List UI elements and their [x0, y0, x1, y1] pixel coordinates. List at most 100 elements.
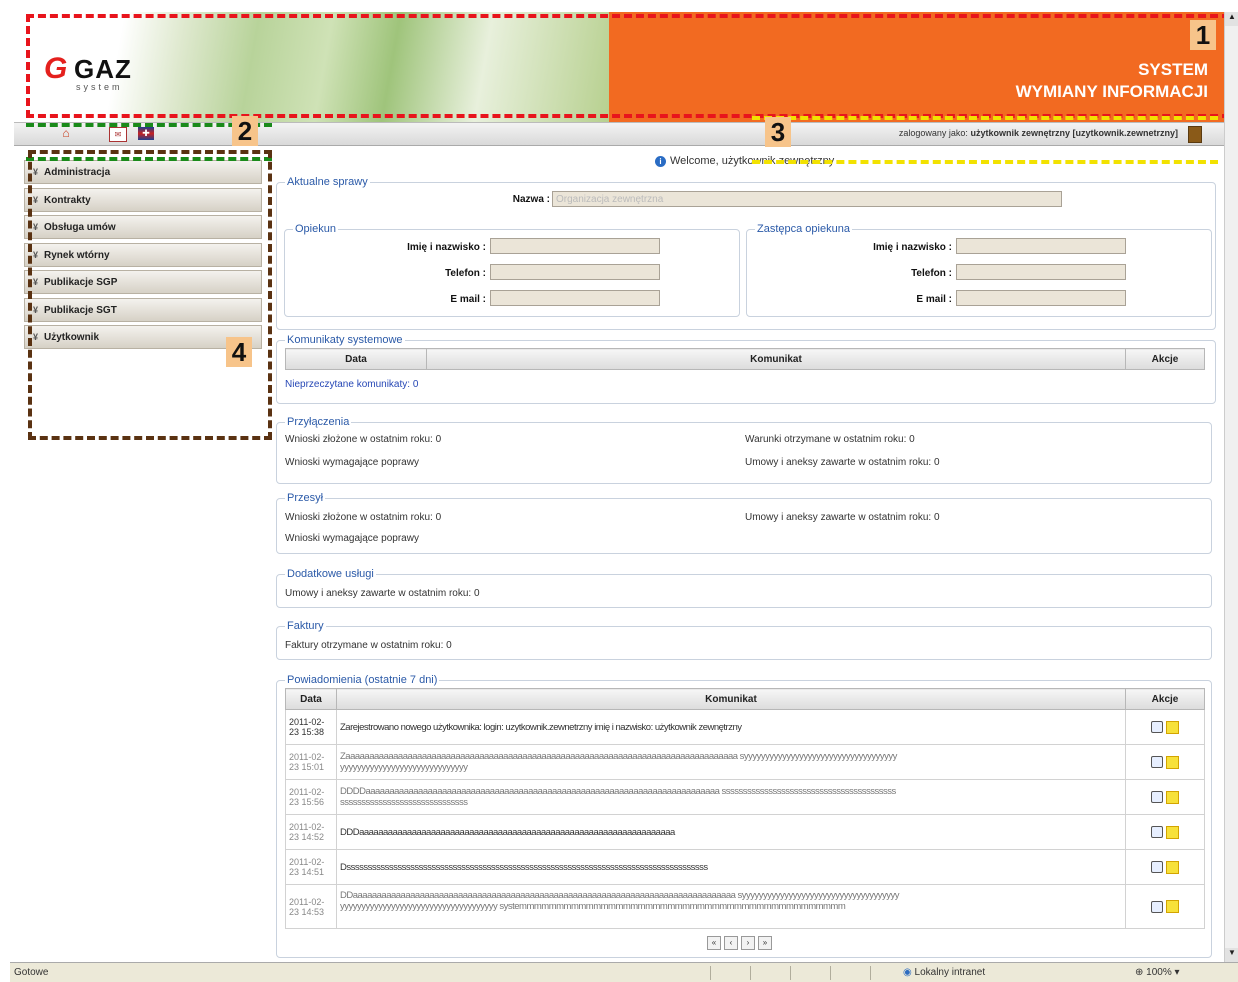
sidebar-item-label: Publikacje SGP	[44, 277, 118, 288]
caretaker-email-field[interactable]	[490, 290, 660, 306]
chevron-down-icon: ¥	[33, 304, 39, 315]
notifications-table: Data Komunikat Akcje 2011-02-23 15:38 Za…	[285, 688, 1205, 929]
scroll-up-arrow-icon[interactable]: ▲	[1225, 12, 1238, 26]
view-details-icon[interactable]	[1151, 861, 1163, 873]
status-divider	[750, 966, 751, 980]
annotation-number-1: 1	[1190, 20, 1216, 50]
status-divider	[870, 966, 871, 980]
system-title-line2: WYMIANY INFORMACJI	[1015, 82, 1208, 101]
sidebar-item-label: Administracja	[44, 167, 111, 178]
section-legend: Powiadomienia (ostatnie 7 dni)	[287, 674, 438, 686]
note-icon[interactable]	[1166, 755, 1179, 769]
logged-in-user: zalogowany jako: użytkownik zewnętrzny […	[899, 128, 1178, 138]
deputy-name-label: Imię i nazwisko :	[873, 242, 952, 253]
section-legend: Aktualne sprawy	[287, 176, 368, 188]
notification-message: Zaaaaaaaaaaaaaaaaaaaaaaaaaaaaaaaaaaaaaaa…	[340, 751, 897, 773]
zoom-level-text: 100%	[1146, 967, 1172, 978]
welcome-message: i Welcome, użytkownik zewnętrzny	[655, 155, 834, 167]
user-name: użytkownik zewnętrzny [uzytkownik.zewnet…	[970, 128, 1178, 138]
intranet-globe-icon: ◉	[903, 967, 915, 978]
section-legend: Zastępca opiekuna	[757, 223, 850, 235]
sidebar-item-obsluga-umow[interactable]: ¥ Obsługa umów	[24, 215, 262, 239]
deputy-phone-field[interactable]	[956, 264, 1126, 280]
invoices-received-text: Faktury otrzymane w ostatnim roku: 0	[285, 640, 452, 651]
unread-messages-link[interactable]: Nieprzeczytane komunikaty: 0	[285, 379, 418, 390]
last-page-button[interactable]: »	[758, 936, 772, 950]
info-icon: i	[655, 156, 666, 167]
zoom-magnifier-icon: ⊕	[1135, 967, 1147, 978]
status-divider	[790, 966, 791, 980]
notification-date: 2011-02-23 15:38	[285, 709, 337, 745]
note-icon[interactable]	[1166, 860, 1179, 874]
welcome-text: Welcome, użytkownik zewnętrzny	[670, 155, 835, 167]
logout-door-icon[interactable]	[1188, 126, 1202, 143]
view-details-icon[interactable]	[1151, 721, 1163, 733]
header-banner-image: G GAZ system	[14, 12, 609, 122]
sidebar-item-label: Kontrakty	[44, 194, 91, 206]
note-icon[interactable]	[1166, 720, 1179, 734]
deputy-name-field[interactable]	[956, 238, 1126, 254]
chevron-down-icon: ¥	[33, 222, 39, 232]
section-legend: Faktury	[287, 620, 324, 632]
column-header-actions: Akcje	[1125, 688, 1205, 710]
caretaker-phone-field[interactable]	[490, 264, 660, 280]
table-row: 2011-02-23 14:51 Dssssssssssssssssssssss…	[285, 849, 1205, 885]
view-details-icon[interactable]	[1151, 756, 1163, 768]
next-page-button[interactable]: ›	[741, 936, 755, 950]
deputy-email-field[interactable]	[956, 290, 1126, 306]
system-title-line1: SYSTEM	[1138, 60, 1208, 79]
logo-text: GAZ	[74, 54, 132, 84]
table-row: 2011-02-23 14:52 DDDaaaaaaaaaaaaaaaaaaaa…	[285, 814, 1205, 850]
sidebar-item-publikacje-sgt[interactable]: ¥ Publikacje SGT	[24, 297, 262, 322]
column-header-date[interactable]: Data	[285, 688, 337, 710]
top-toolbar: ⌂ ✉ ✚ zalogowany jako: użytkownik zewnęt…	[14, 122, 1224, 146]
sidebar-item-administracja[interactable]: ¥ Administracja	[24, 160, 262, 184]
sidebar-item-label: Obsługa umów	[44, 222, 116, 233]
english-flag-icon[interactable]: ✚	[138, 127, 154, 140]
chevron-down-icon: ¥	[33, 249, 39, 260]
table-row: 2011-02-23 14:53 DDaaaaaaaaaaaaaaaaaaaaa…	[285, 884, 1205, 929]
sidebar-item-rynek-wtorny[interactable]: ¥ Rynek wtórny	[24, 242, 262, 267]
security-zone-text: Lokalny intranet	[914, 967, 986, 978]
notification-message: DDDDaaaaaaaaaaaaaaaaaaaaaaaaaaaaaaaaaaaa…	[340, 786, 896, 808]
previous-page-button[interactable]: ‹	[724, 936, 738, 950]
caretaker-name-label: Imię i nazwisko :	[407, 242, 486, 253]
page-header: G GAZ system SYSTEM WYMIANY INFORMACJI	[14, 12, 1224, 122]
caretaker-name-field[interactable]	[490, 238, 660, 254]
section-legend: Komunikaty systemowe	[287, 334, 403, 346]
mail-icon[interactable]: ✉	[109, 127, 127, 142]
section-legend: Dodatkowe usługi	[287, 568, 374, 580]
view-details-icon[interactable]	[1151, 826, 1163, 838]
note-icon[interactable]	[1166, 900, 1179, 913]
notification-message: DDDaaaaaaaaaaaaaaaaaaaaaaaaaaaaaaaaaaaaa…	[336, 814, 1126, 850]
notification-date: 2011-02-23 15:56	[285, 779, 337, 815]
sidebar-item-kontrakty[interactable]: ¥ Kontrakty	[24, 187, 262, 212]
vertical-scrollbar[interactable]: ▲ ▼	[1224, 12, 1238, 962]
view-details-icon[interactable]	[1151, 791, 1163, 803]
deputy-email-label: E mail :	[916, 294, 952, 305]
notification-date: 2011-02-23 14:51	[285, 849, 337, 885]
caretaker-email-label: E mail :	[450, 294, 486, 305]
column-header-message[interactable]: Komunikat	[336, 688, 1126, 710]
home-icon[interactable]: ⌂	[58, 127, 74, 140]
note-icon[interactable]	[1166, 825, 1179, 839]
organization-name-field[interactable]: Organizacja zewnętrzna	[552, 191, 1062, 207]
sidebar-item-label: Rynek wtórny	[44, 249, 110, 261]
deputy-phone-label: Telefon :	[911, 268, 952, 279]
connections-corrections-text: Wnioski wymagające poprawy	[285, 457, 419, 468]
header-title-panel: SYSTEM WYMIANY INFORMACJI	[609, 12, 1224, 122]
sidebar-item-publikacje-sgp[interactable]: ¥ Publikacje SGP	[24, 270, 262, 294]
additional-services-contracts-text: Umowy i aneksy zawarte w ostatnim roku: …	[285, 588, 480, 599]
column-header-date[interactable]: Data	[285, 348, 427, 370]
connections-conditions-text: Warunki otrzymane w ostatnim roku: 0	[745, 434, 915, 445]
zoom-level[interactable]: ⊕ 100% ▾	[1135, 963, 1180, 982]
column-header-message[interactable]: Komunikat	[426, 348, 1126, 370]
table-row: 2011-02-23 15:38 Zarejestrowano nowego u…	[285, 709, 1205, 745]
notification-date: 2011-02-23 14:52	[285, 814, 337, 850]
note-icon[interactable]	[1166, 790, 1179, 804]
scroll-down-arrow-icon[interactable]: ▼	[1225, 948, 1238, 962]
first-page-button[interactable]: «	[707, 936, 721, 950]
connections-section: Przyłączenia	[276, 416, 1212, 484]
gaz-system-logo[interactable]: G GAZ system	[44, 52, 214, 92]
view-details-icon[interactable]	[1151, 900, 1163, 913]
